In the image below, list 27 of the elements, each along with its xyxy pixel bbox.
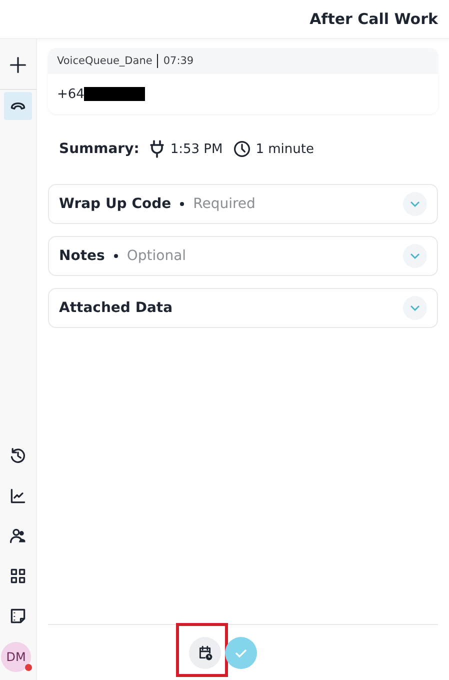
start-time: 1:53 PM: [170, 142, 223, 156]
summary-label: Summary:: [59, 141, 140, 157]
section-title: Wrap Up Code: [59, 196, 172, 212]
plug-icon: [149, 140, 166, 158]
clock-icon: [232, 140, 251, 158]
section-hint: Required: [193, 196, 256, 212]
bullet-icon: [180, 202, 184, 206]
plus-icon: [9, 56, 27, 74]
user-avatar[interactable]: DM: [1, 642, 31, 672]
phone-tab[interactable]: [4, 92, 32, 120]
section-hint: Optional: [126, 248, 186, 264]
complete-button[interactable]: [225, 636, 257, 668]
bullet-icon: [114, 254, 118, 258]
schedule-button[interactable]: [189, 636, 221, 668]
note-icon: [9, 607, 27, 625]
queue-name: VoiceQueue_Dane: [57, 55, 152, 67]
chart-icon: [9, 487, 27, 505]
history-icon: [9, 447, 27, 465]
phone-number: +64: [57, 86, 84, 102]
section-title: Attached Data: [59, 300, 173, 316]
call-duration: 1 minute: [256, 142, 314, 156]
grid-icon: [9, 567, 27, 585]
section-title: Notes: [59, 248, 105, 264]
page-title: After Call Work: [310, 10, 438, 28]
call-timer: 07:39: [163, 55, 194, 67]
people-icon: [9, 527, 27, 545]
calendar-clock-icon: [197, 644, 213, 660]
